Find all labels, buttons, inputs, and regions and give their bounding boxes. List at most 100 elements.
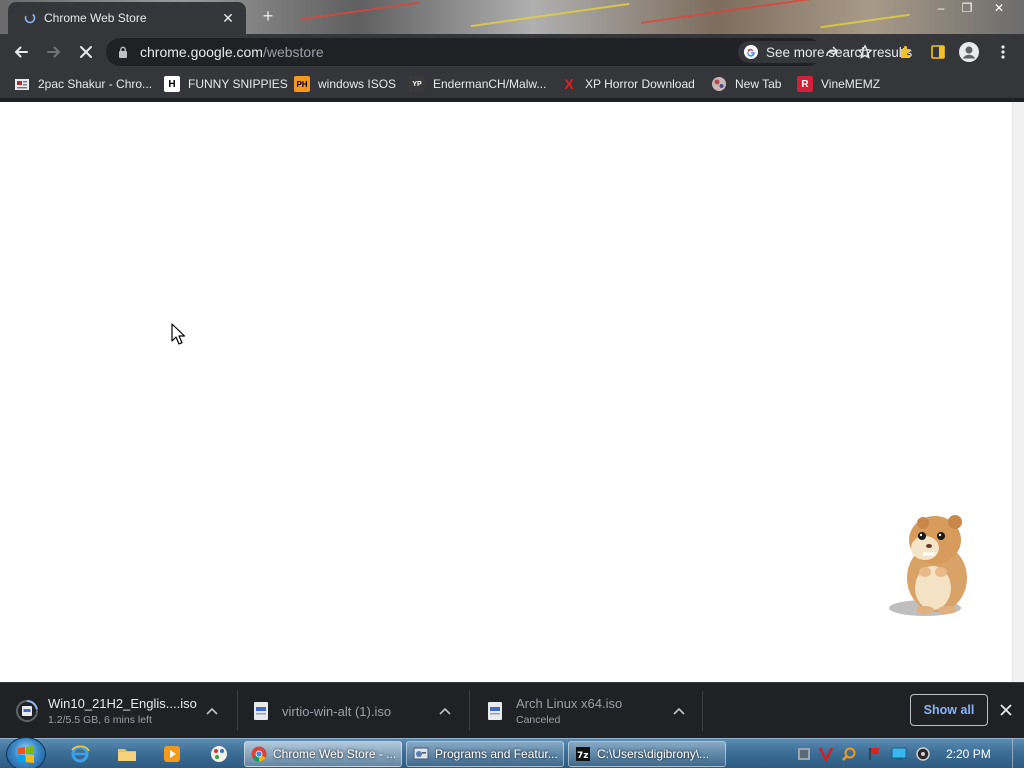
tray-volume-icon[interactable] xyxy=(914,745,932,763)
download-item[interactable]: Win10_21H2_Englis....iso 1.2/5.5 GB, 6 m… xyxy=(16,689,236,733)
menu-kebab-icon[interactable] xyxy=(992,41,1014,63)
browser-toolbar: chrome.google.com/webstore See more sear… xyxy=(0,34,1024,70)
google-g-icon xyxy=(744,45,758,59)
news-icon xyxy=(14,76,30,92)
system-clock[interactable]: 2:20 PM xyxy=(946,747,991,761)
minimize-button[interactable]: – xyxy=(928,0,954,18)
file-explorer-icon[interactable] xyxy=(115,743,139,765)
download-divider xyxy=(469,691,470,731)
browser-tab[interactable]: Chrome Web Store ✕ xyxy=(8,2,246,34)
chevron-up-icon[interactable] xyxy=(204,703,220,719)
stop-loading-button[interactable] xyxy=(74,40,98,64)
download-divider xyxy=(702,691,703,731)
vertical-scrollbar[interactable] xyxy=(1012,102,1024,682)
taskbar-item-chrome[interactable]: Chrome Web Store - ... xyxy=(244,741,402,767)
download-status: Canceled xyxy=(516,714,561,726)
share-icon[interactable] xyxy=(822,43,842,61)
theme-decoration xyxy=(300,1,420,21)
url-domain: chrome.google.com xyxy=(140,44,263,60)
7zip-icon: 7z xyxy=(575,746,591,762)
download-filename: Arch Linux x64.iso xyxy=(516,696,623,711)
tray-v-icon[interactable] xyxy=(817,745,835,763)
bookmark-xp-horror[interactable]: X XP Horror Download xyxy=(561,75,695,93)
bookmarks-bar: 2pac Shakur - Chro... H FUNNY SNIPPIES P… xyxy=(0,70,1024,98)
stop-icon xyxy=(80,46,92,58)
r-logo-icon: R xyxy=(797,76,813,92)
loading-favicon-icon xyxy=(22,10,38,26)
forward-arrow-icon xyxy=(47,46,61,58)
chevron-up-icon[interactable] xyxy=(671,703,687,719)
forward-button[interactable] xyxy=(42,40,66,64)
control-panel-icon xyxy=(413,746,429,762)
taskbar-item-label: Chrome Web Store - ... xyxy=(273,747,395,761)
taskbar-item-7zip[interactable]: 7z C:\Users\digibrony\... xyxy=(568,741,726,767)
show-desktop-button[interactable] xyxy=(1012,739,1024,768)
taskbar-item-label: Programs and Featur... xyxy=(435,747,557,761)
extensions-puzzle-icon[interactable] xyxy=(895,41,917,63)
tray-search-icon[interactable] xyxy=(840,745,858,763)
title-bar[interactable]: Chrome Web Store ✕ + – ❐ ✕ xyxy=(0,0,1024,34)
iso-file-icon xyxy=(250,699,272,723)
h-logo-icon: H xyxy=(164,76,180,92)
bookmark-label: EndermanCH/Malw... xyxy=(433,77,547,91)
show-all-button[interactable]: Show all xyxy=(910,694,988,726)
media-player-icon[interactable] xyxy=(160,743,184,765)
chevron-up-icon[interactable] xyxy=(437,703,453,719)
bookmark-label: VineMEMZ xyxy=(821,77,881,91)
iso-file-icon xyxy=(16,699,38,723)
windows-logo-icon xyxy=(18,746,34,763)
download-item[interactable]: Arch Linux x64.iso Canceled xyxy=(484,689,699,733)
bookmark-windows-isos[interactable]: PH windows ISOS xyxy=(294,75,396,93)
url-text[interactable]: chrome.google.com/webstore xyxy=(140,44,324,60)
restore-button[interactable]: ❐ xyxy=(954,0,980,18)
download-filename: Win10_21H2_Englis....iso xyxy=(48,696,197,711)
x-logo-icon: X xyxy=(564,76,574,92)
taskbar-item-label: C:\Users\digibrony\... xyxy=(597,747,710,761)
svg-text:7z: 7z xyxy=(577,751,589,761)
start-button[interactable] xyxy=(6,737,46,768)
bookmark-new-tab[interactable]: New Tab xyxy=(711,75,781,93)
bookmark-label: windows ISOS xyxy=(318,77,397,91)
close-window-button[interactable]: ✕ xyxy=(986,0,1012,18)
bookmark-label: XP Horror Download xyxy=(585,77,695,91)
new-tab-button[interactable]: + xyxy=(258,6,278,26)
download-status: 1.2/5.5 GB, 6 mins left xyxy=(48,714,152,726)
bookmark-label: New Tab xyxy=(735,77,782,91)
tray-network-icon[interactable] xyxy=(795,745,813,763)
bookmark-star-icon[interactable] xyxy=(855,43,875,61)
bookmark-label: 2pac Shakur - Chro... xyxy=(38,77,153,91)
screen: Chrome Web Store ✕ + – ❐ ✕ chrome.google… xyxy=(0,0,1024,768)
back-button[interactable] xyxy=(9,40,33,64)
tray-monitor-icon[interactable] xyxy=(890,745,908,763)
bookmark-endermanch[interactable]: YP EndermanCH/Malw... xyxy=(409,75,546,93)
back-arrow-icon xyxy=(14,46,28,58)
iso-file-icon xyxy=(484,699,506,723)
tray-flag-icon[interactable] xyxy=(866,745,884,763)
yp-logo-icon: YP xyxy=(409,76,425,92)
bookmark-2pac[interactable]: 2pac Shakur - Chro... xyxy=(14,75,152,93)
paint-app-icon[interactable] xyxy=(207,743,231,765)
hamster-pet-icon[interactable] xyxy=(885,510,977,620)
download-filename: virtio-win-alt (1).iso xyxy=(282,703,392,719)
close-shelf-icon[interactable] xyxy=(996,700,1016,720)
mouse-cursor-icon xyxy=(171,323,185,345)
taskbar: Chrome Web Store - ... Programs and Feat… xyxy=(0,737,1024,768)
chrome-icon xyxy=(251,746,267,762)
side-panel-icon[interactable] xyxy=(927,41,949,63)
ph-logo-icon: PH xyxy=(294,76,310,92)
tab-close-icon[interactable]: ✕ xyxy=(220,10,236,27)
download-item[interactable]: virtio-win-alt (1).iso xyxy=(250,689,465,733)
internet-explorer-icon[interactable] xyxy=(68,743,92,765)
theme-decoration xyxy=(820,13,910,29)
theme-decoration xyxy=(640,0,840,24)
bookmark-funny-snippies[interactable]: H FUNNY SNIPPIES xyxy=(164,75,288,93)
taskbar-item-programs[interactable]: Programs and Featur... xyxy=(406,741,564,767)
lock-icon[interactable] xyxy=(106,46,140,58)
bookmark-vinememz[interactable]: R VineMEMZ xyxy=(797,75,880,93)
url-path: /webstore xyxy=(262,44,324,60)
page-content[interactable] xyxy=(0,102,1012,682)
ball-icon xyxy=(711,76,727,92)
profile-avatar-icon[interactable] xyxy=(958,41,980,63)
address-bar[interactable]: chrome.google.com/webstore See more sear… xyxy=(106,38,923,66)
theme-decoration xyxy=(470,2,630,28)
